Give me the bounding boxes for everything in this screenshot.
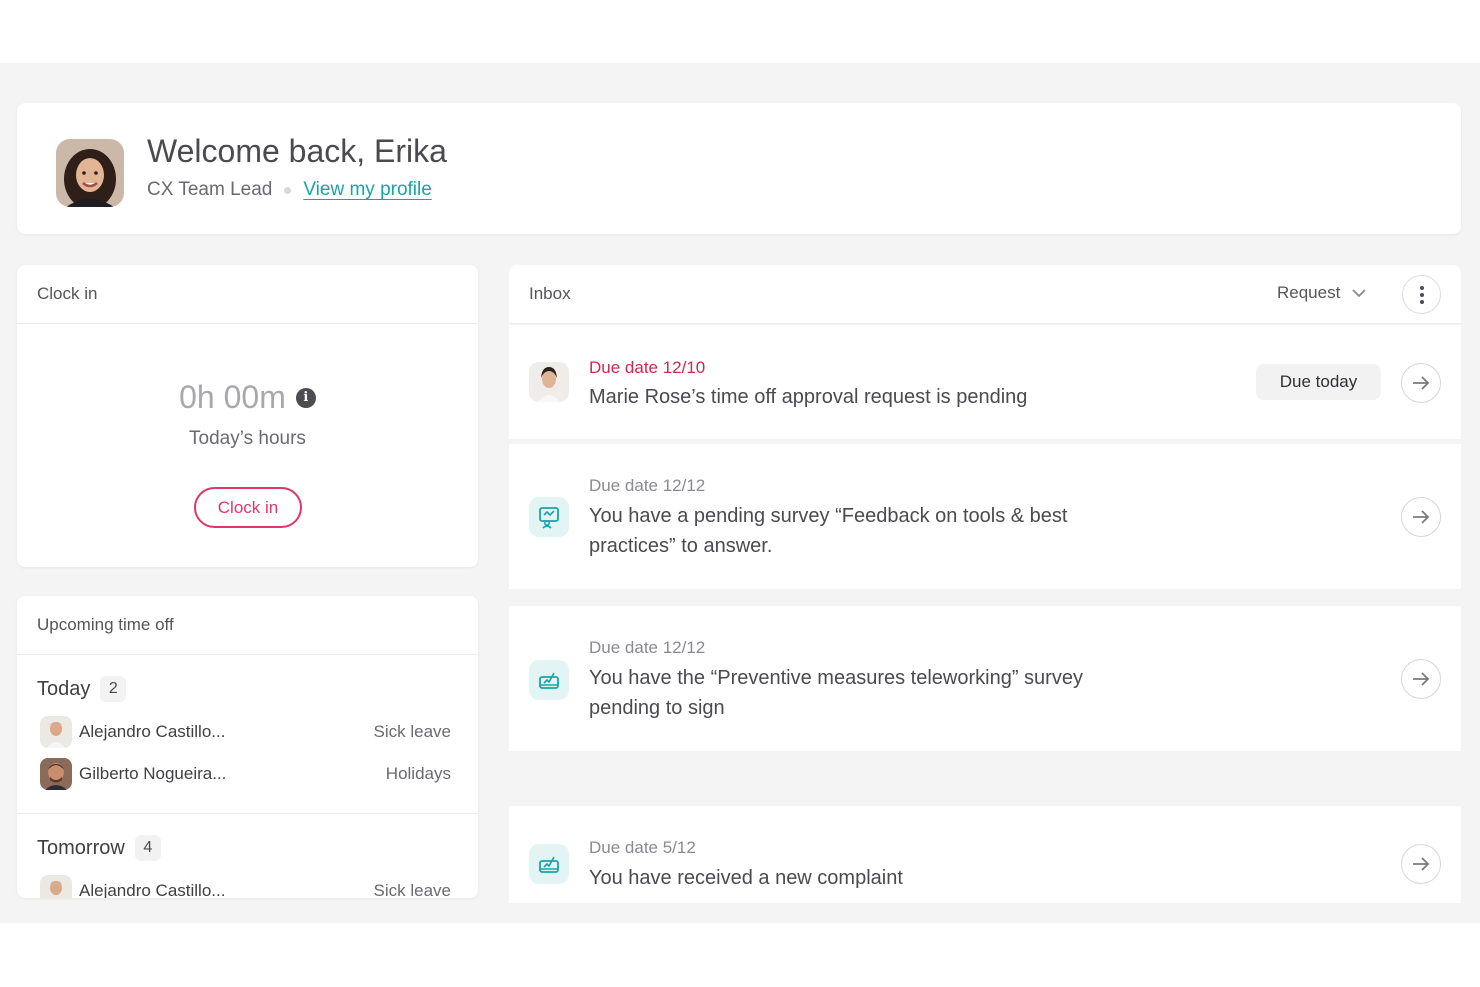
due-date: Due date 12/12: [589, 638, 706, 657]
leave-type: Holidays: [385, 764, 451, 783]
due-today-badge: Due today: [1256, 364, 1381, 400]
section-divider: [17, 813, 478, 814]
chevron-down-icon: [1352, 288, 1366, 297]
inbox-item[interactable]: Due date 12/12 You have the “Preventive …: [509, 606, 1461, 751]
request-filter-label: Request: [1277, 283, 1341, 302]
separator-dot: [284, 186, 292, 194]
time-off-header: Upcoming time off: [17, 596, 478, 655]
inbox-item[interactable]: Due date 12/10 Marie Rose’s time off app…: [509, 325, 1461, 439]
view-profile-link[interactable]: View my profile: [303, 179, 431, 201]
welcome-card: Welcome back, Erika CX Team Lead View my…: [17, 103, 1461, 234]
sign-document-icon: [529, 660, 569, 700]
list-item[interactable]: Alejandro Castillo... Sick leave: [40, 715, 451, 749]
hours-display: 0h 00m i: [17, 379, 478, 416]
count-badge: 4: [134, 835, 161, 861]
arrow-right-icon[interactable]: [1401, 844, 1441, 884]
complaint-icon: [529, 844, 569, 884]
leave-type: Sick leave: [373, 722, 451, 741]
info-icon[interactable]: i: [295, 387, 316, 408]
avatar: [40, 716, 72, 748]
avatar: [40, 875, 72, 898]
inbox-message: You have a pending survey “Feedback on t…: [589, 505, 1068, 557]
arrow-right-icon[interactable]: [1401, 363, 1441, 403]
inbox-message: You have received a new complaint: [589, 867, 903, 889]
clock-in-card: Clock in 0h 00m i Today’s hours Clock in: [17, 265, 478, 567]
inbox-title: Inbox: [529, 284, 571, 303]
clock-in-header: Clock in: [17, 265, 478, 324]
inbox-message: You have the “Preventive measures telewo…: [589, 667, 1083, 719]
leave-type: Sick leave: [373, 881, 451, 898]
hours-label: Today’s hours: [189, 428, 306, 449]
count-badge: 2: [100, 676, 127, 702]
welcome-title: Welcome back, Erika: [147, 133, 447, 169]
inbox-header: Inbox Request: [509, 265, 1461, 324]
list-item[interactable]: Gilberto Nogueira... Holidays: [40, 757, 451, 791]
section-label: Today: [37, 677, 91, 700]
tomorrow-section-header: Tomorrow 4: [37, 835, 161, 861]
arrow-right-icon[interactable]: [1401, 497, 1441, 537]
arrow-right-icon[interactable]: [1401, 659, 1441, 699]
welcome-subtitle: CX Team Lead View my profile: [147, 179, 432, 201]
inbox-message: Marie Rose’s time off approval request i…: [589, 386, 1028, 408]
today-section-header: Today 2: [37, 676, 127, 702]
clock-in-button[interactable]: Clock in: [194, 487, 302, 528]
upcoming-time-off-card: Upcoming time off Today 2 Alejandro Cast…: [17, 596, 478, 898]
user-avatar[interactable]: [56, 139, 124, 207]
due-date: Due date 12/12: [589, 476, 706, 495]
user-role: CX Team Lead: [147, 179, 273, 200]
avatar: [529, 362, 569, 402]
hours-value: 0h 00m: [179, 379, 286, 415]
person-name: Gilberto Nogueira...: [79, 764, 227, 783]
due-date: Due date 5/12: [589, 838, 696, 857]
section-label: Tomorrow: [37, 836, 125, 859]
inbox-item[interactable]: Due date 5/12 You have received a new co…: [509, 806, 1461, 903]
person-name: Alejandro Castillo...: [79, 881, 226, 898]
avatar: [40, 758, 72, 790]
inbox-item[interactable]: Due date 12/12 You have a pending survey…: [509, 444, 1461, 589]
due-date: Due date 12/10: [589, 358, 706, 377]
survey-icon: [529, 497, 569, 537]
list-item[interactable]: Alejandro Castillo... Sick leave: [40, 874, 451, 898]
person-name: Alejandro Castillo...: [79, 722, 226, 741]
request-filter-select[interactable]: Request: [1277, 283, 1366, 303]
more-options-icon[interactable]: [1402, 275, 1441, 314]
